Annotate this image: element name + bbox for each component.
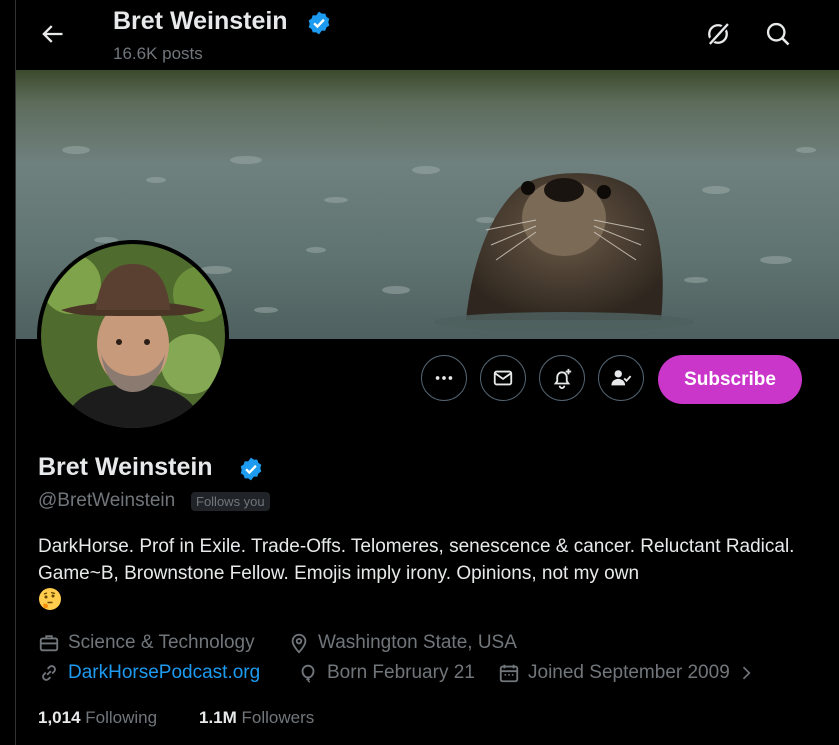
balloon-icon (301, 664, 315, 683)
bio-text: DarkHorse. Prof in Exile. Trade-Offs. Te… (38, 536, 795, 584)
verified-badge-icon[interactable] (238, 456, 264, 482)
profile-header-bar: Bret Weinstein 16.6K posts (0, 0, 839, 70)
more-icon (435, 376, 453, 380)
profile-category: Science & Technology (38, 632, 255, 654)
verified-badge-icon (308, 11, 330, 35)
link-icon (42, 665, 56, 681)
profile-handle: @BretWeinstein (38, 490, 176, 511)
website-link[interactable]: DarkHorsePodcast.org (68, 662, 260, 684)
briefcase-icon (39, 635, 59, 652)
notifications-button[interactable] (539, 355, 585, 401)
calendar-icon (499, 664, 519, 683)
followers-stat[interactable]: 1.1M Followers (199, 708, 314, 728)
follows-you-badge: Follows you (191, 492, 270, 511)
profile-avatar[interactable] (37, 240, 229, 432)
grok-icon[interactable] (704, 20, 732, 48)
user-check-icon (611, 370, 632, 386)
birthday-label: Born February 21 (327, 662, 475, 683)
profile-website[interactable]: DarkHorsePodcast.org (38, 662, 260, 684)
thinking-face-icon (39, 588, 61, 610)
search-icon[interactable] (764, 20, 792, 48)
profile-birthday: Born February 21 (297, 662, 475, 684)
subscribe-button[interactable]: Subscribe (658, 355, 802, 404)
category-label: Science & Technology (68, 632, 255, 653)
header-display-name: Bret Weinstein (113, 7, 288, 35)
profile-location: Washington State, USA (288, 632, 517, 654)
following-label: Following (85, 708, 158, 727)
back-arrow-icon[interactable] (38, 20, 66, 48)
header-posts-count: 16.6K posts (113, 44, 203, 63)
following-button[interactable] (598, 355, 644, 401)
following-stat[interactable]: 1,014 Following (38, 708, 157, 728)
chevron-right-icon[interactable] (736, 663, 756, 683)
location-pin-icon (291, 633, 307, 654)
followers-label: Followers (241, 708, 315, 727)
following-count: 1,014 (38, 708, 81, 727)
envelope-icon (493, 370, 513, 386)
profile-bio: DarkHorse. Prof in Exile. Trade-Offs. Te… (38, 533, 808, 614)
more-button[interactable] (421, 355, 467, 401)
followers-count: 1.1M (199, 708, 237, 727)
profile-joined[interactable]: Joined September 2009 (498, 662, 756, 684)
joined-label: Joined September 2009 (528, 662, 730, 683)
bell-plus-icon (553, 368, 572, 389)
profile-display-name: Bret Weinstein (38, 453, 213, 481)
message-button[interactable] (480, 355, 526, 401)
location-label: Washington State, USA (318, 632, 517, 653)
